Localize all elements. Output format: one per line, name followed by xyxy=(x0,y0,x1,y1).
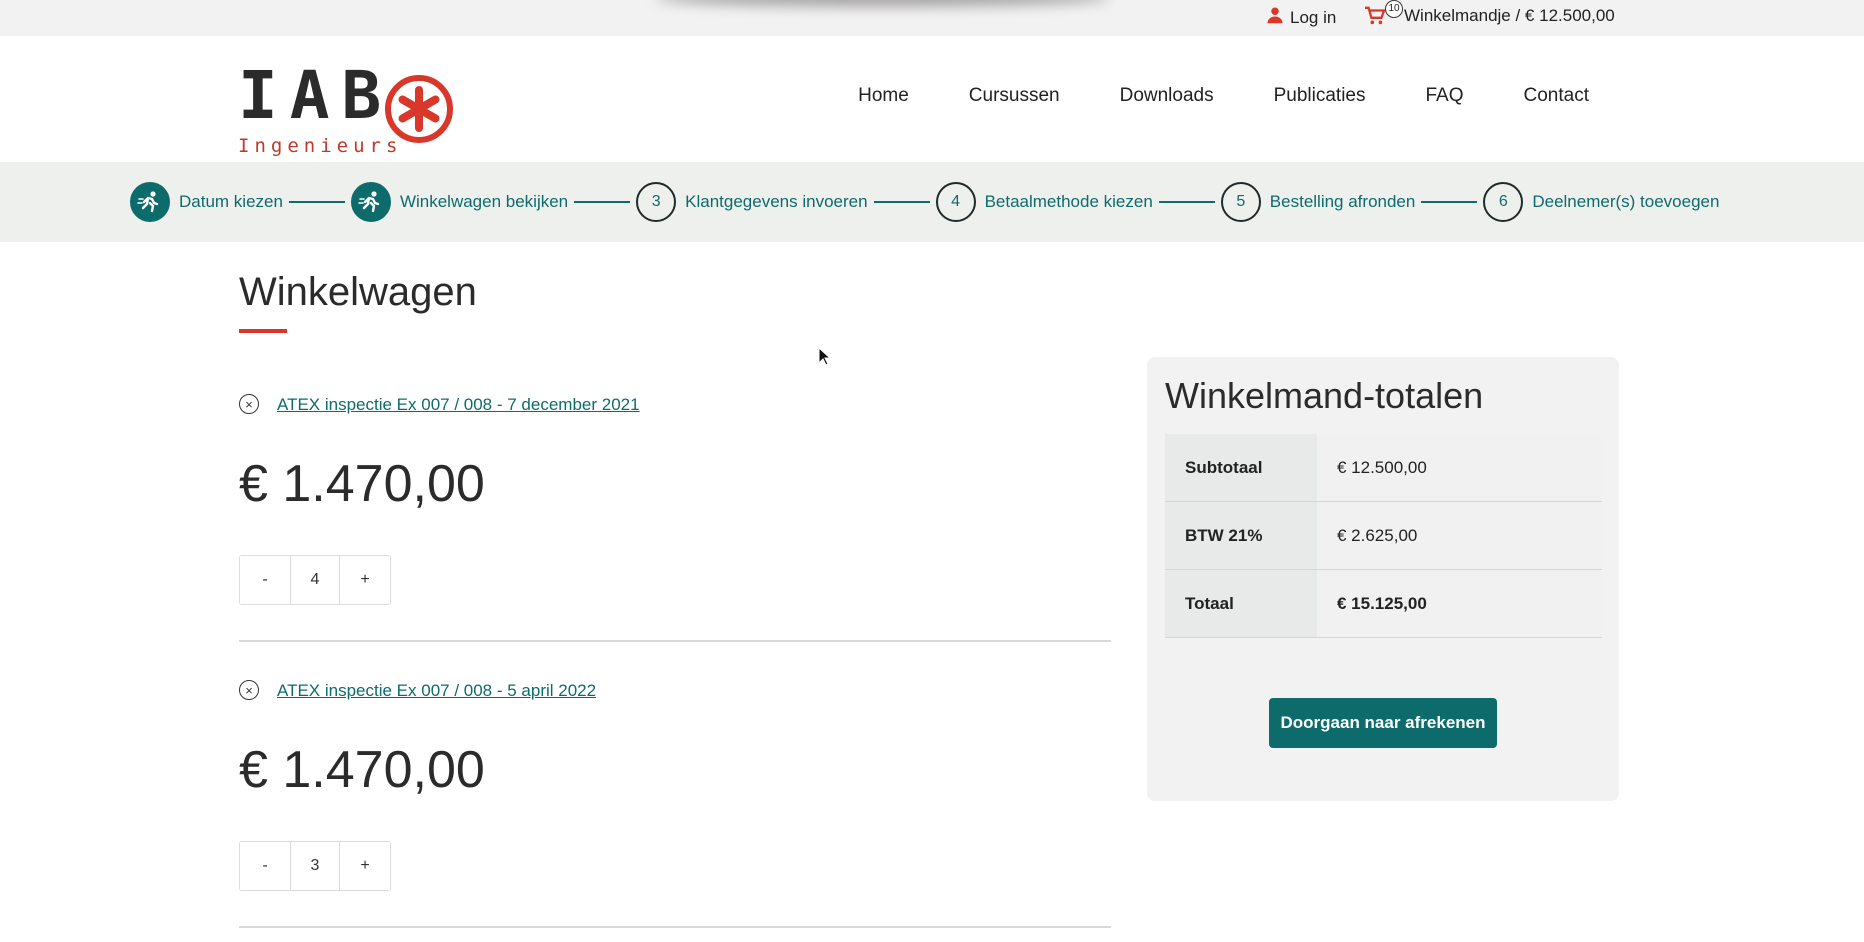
logo-subtitle: Ingenieurs xyxy=(238,135,403,157)
step-label: Deelnemer(s) toevoegen xyxy=(1532,192,1720,211)
logo-letters: IAB xyxy=(238,57,394,134)
totals-table: Subtotaal € 12.500,00 BTW 21% € 2.625,00… xyxy=(1165,434,1602,638)
main-nav: Home Cursussen Downloads Publicaties FAQ… xyxy=(858,85,1589,107)
totals-value: € 12.500,00 xyxy=(1317,434,1602,501)
nav-publicaties[interactable]: Publicaties xyxy=(1274,85,1366,107)
runner-icon xyxy=(130,182,170,222)
nav-downloads[interactable]: Downloads xyxy=(1120,85,1214,107)
item-divider xyxy=(239,926,1111,928)
step-bestelling-afronden[interactable]: 5 Bestelling afronden xyxy=(1220,182,1416,222)
step-datum-kiezen[interactable]: Datum kiezen xyxy=(130,182,283,222)
decrease-qty-button[interactable]: - xyxy=(240,842,290,890)
step-number: 3 xyxy=(636,182,677,222)
checkout-stepper: Datum kiezen Winkelwagen bekijken 3 Klan… xyxy=(0,162,1864,242)
step-deelnemers-toevoegen[interactable]: 6 Deelnemer(s) toevoegen xyxy=(1483,182,1719,222)
nav-home[interactable]: Home xyxy=(858,85,909,107)
totals-row-total: Totaal € 15.125,00 xyxy=(1165,570,1602,638)
step-connector xyxy=(1421,201,1478,203)
nav-cursussen[interactable]: Cursussen xyxy=(969,85,1060,107)
cart-label: Winkelmandje / € 12.500,00 xyxy=(1404,6,1615,25)
cart-count-badge: 10 xyxy=(1385,0,1403,18)
step-label: Klantgegevens invoeren xyxy=(685,192,868,211)
step-label: Betaalmethode kiezen xyxy=(984,192,1153,211)
increase-qty-button[interactable]: + xyxy=(340,842,390,890)
quantity-stepper: - 3 + xyxy=(239,841,391,891)
nav-faq[interactable]: FAQ xyxy=(1426,85,1464,107)
utility-bar: Log in 10 Winkelmandje / € 12.500,00 xyxy=(0,0,1864,36)
user-icon xyxy=(1266,6,1284,29)
totals-label: BTW 21% xyxy=(1165,502,1317,569)
step-klantgegevens-invoeren[interactable]: 3 Klantgegevens invoeren xyxy=(636,182,868,222)
remove-item-icon[interactable]: × xyxy=(239,680,259,700)
item-price: € 1.470,00 xyxy=(239,455,485,513)
login-label: Log in xyxy=(1290,7,1337,27)
step-label: Bestelling afronden xyxy=(1269,192,1416,211)
totals-row-subtotal: Subtotaal € 12.500,00 xyxy=(1165,434,1602,502)
item-name-link[interactable]: ATEX inspectie Ex 007 / 008 - 5 april 20… xyxy=(277,681,596,701)
item-divider xyxy=(239,640,1111,642)
totals-label: Totaal xyxy=(1165,570,1317,637)
step-connector xyxy=(1158,201,1215,203)
site-header: IAB Ingenieurs Home Cursussen Downloads … xyxy=(0,36,1864,162)
login-link[interactable]: Log in xyxy=(1266,6,1336,29)
step-connector xyxy=(574,201,631,203)
decrease-qty-button[interactable]: - xyxy=(240,556,290,604)
increase-qty-button[interactable]: + xyxy=(340,556,390,604)
cart-icon: 10 xyxy=(1364,0,1403,26)
step-winkelwagen-bekijken[interactable]: Winkelwagen bekijken xyxy=(350,182,569,222)
quantity-input[interactable]: 4 xyxy=(290,556,340,604)
item-price: € 1.470,00 xyxy=(239,741,485,799)
quantity-input[interactable]: 3 xyxy=(290,842,340,890)
quantity-stepper: - 4 + xyxy=(239,555,391,605)
totals-title: Winkelmand-totalen xyxy=(1165,375,1484,416)
nav-contact[interactable]: Contact xyxy=(1524,85,1589,107)
checkout-button[interactable]: Doorgaan naar afrekenen xyxy=(1269,698,1497,748)
runner-icon xyxy=(350,182,391,222)
cart-item: × ATEX inspectie Ex 007 / 008 - 7 decemb… xyxy=(239,394,1111,644)
remove-item-icon[interactable]: × xyxy=(239,394,259,414)
cart-totals-panel: Winkelmand-totalen Subtotaal € 12.500,00… xyxy=(1147,357,1619,801)
cart-link[interactable]: 10 Winkelmandje / € 12.500,00 xyxy=(1364,0,1615,26)
logo-asterisk-icon xyxy=(385,75,453,143)
totals-value: € 15.125,00 xyxy=(1317,570,1602,637)
step-number: 5 xyxy=(1220,182,1261,222)
cart-item: × ATEX inspectie Ex 007 / 008 - 5 april … xyxy=(239,680,1111,930)
totals-row-btw: BTW 21% € 2.625,00 xyxy=(1165,502,1602,570)
step-betaalmethode-kiezen[interactable]: 4 Betaalmethode kiezen xyxy=(935,182,1153,222)
step-connector xyxy=(288,201,345,203)
totals-value: € 2.625,00 xyxy=(1317,502,1602,569)
step-label: Winkelwagen bekijken xyxy=(399,192,569,211)
item-name-link[interactable]: ATEX inspectie Ex 007 / 008 - 7 december… xyxy=(277,395,640,415)
totals-label: Subtotaal xyxy=(1165,434,1317,501)
step-label: Datum kiezen xyxy=(179,192,283,211)
mouse-cursor-icon xyxy=(818,347,832,366)
title-underline xyxy=(239,329,287,333)
step-connector xyxy=(873,201,930,203)
page-title: Winkelwagen xyxy=(239,270,477,314)
step-number: 4 xyxy=(935,182,976,222)
step-number: 6 xyxy=(1483,182,1524,222)
iab-logo[interactable]: IAB Ingenieurs xyxy=(238,56,488,156)
